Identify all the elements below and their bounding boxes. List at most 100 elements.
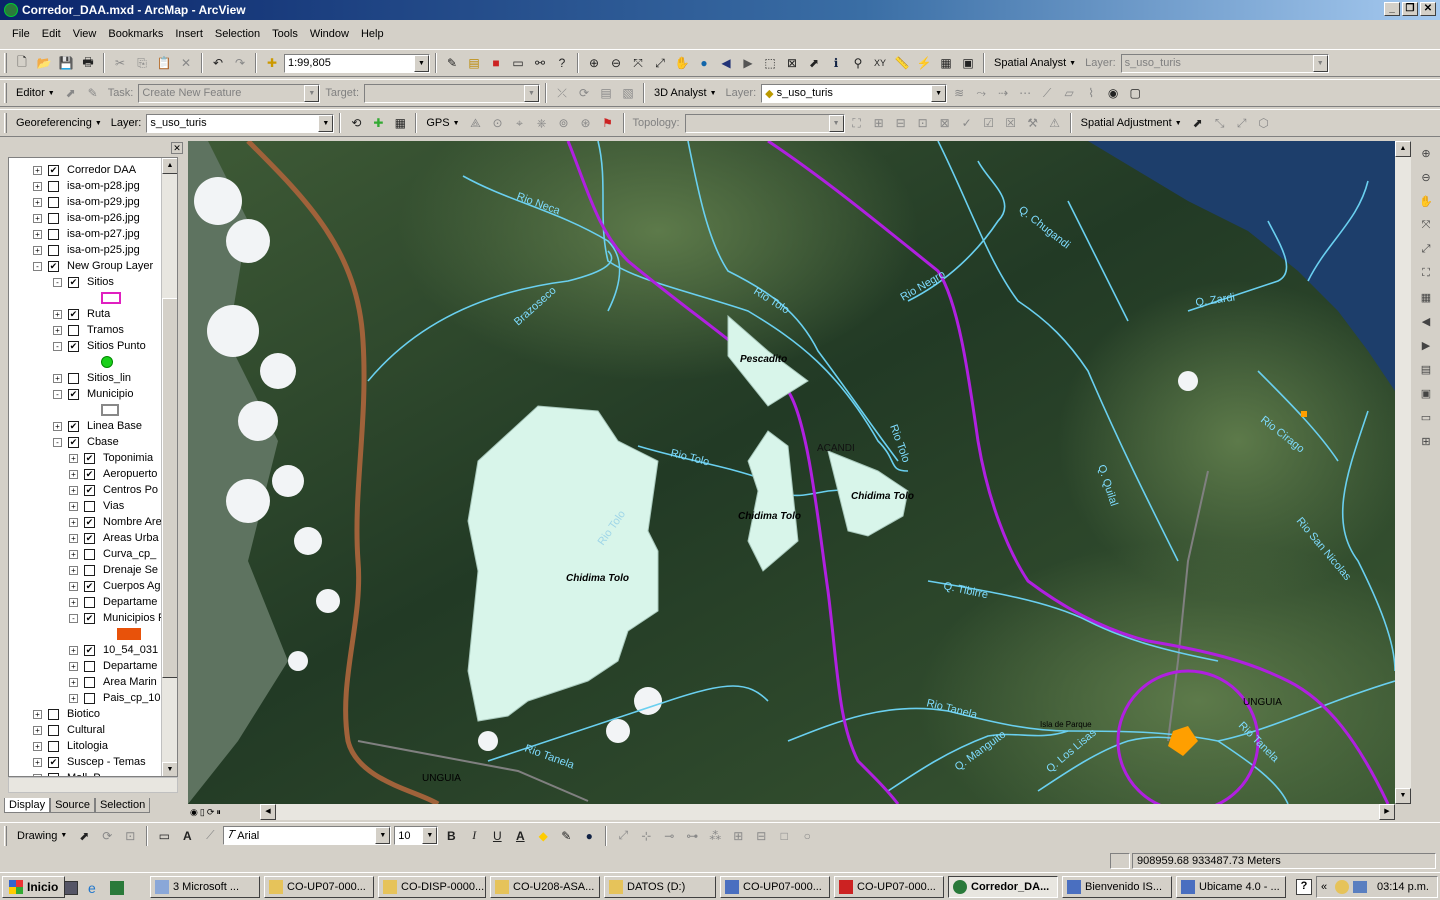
tray-network-icon[interactable] [1353,881,1367,893]
close-icon[interactable]: ✕ [171,142,183,154]
toc-layer-row[interactable]: + ✔ 10_54_031 [69,642,158,658]
map-vertical-scrollbar[interactable]: ▲ ▼ [1395,141,1411,804]
legend-swatch-outline[interactable] [101,404,119,416]
georef-layer-combo[interactable]: s_uso_turis ▼ [146,113,335,133]
gps-log-icon[interactable]: ⎈ [532,113,552,133]
menu-tools[interactable]: Tools [266,28,304,40]
expand-icon[interactable]: + [53,309,62,319]
fix-topology-icon[interactable]: ⚒ [1023,113,1043,133]
menu-bookmarks[interactable]: Bookmarks [102,28,169,40]
attributes-icon[interactable]: ▤ [596,83,616,103]
collapse-icon[interactable]: - [33,261,42,271]
layout-view-icon[interactable]: ▯ [200,807,205,818]
target-combo[interactable]: ▼ [364,83,541,103]
steepest-path-icon[interactable]: ⤳ [971,83,991,103]
layer-visibility-checkbox[interactable]: ✔ [84,468,95,480]
menu-selection[interactable]: Selection [209,28,266,40]
taskbar-item[interactable]: Ubicame 4.0 - ... [1176,876,1286,898]
toggle-draft-icon[interactable]: ▤ [1417,363,1435,381]
expand-icon[interactable]: + [69,453,78,463]
arcglobe-icon[interactable]: ▢ [1125,83,1145,103]
gps-position-icon[interactable]: ⊙ [488,113,508,133]
toc-layer-row[interactable]: + ✔ Linea Base [53,418,142,434]
start-button[interactable]: Inicio [2,875,66,898]
validate-topology-icon[interactable]: ✓ [957,113,977,133]
taskbar-item[interactable]: 3 Microsoft ... [150,876,260,898]
command-line-icon[interactable]: ▭ [508,53,528,73]
expand-icon[interactable]: + [69,677,78,687]
help-icon[interactable]: ? [1296,879,1312,895]
pause-drawing-icon[interactable]: ⏸ [216,807,221,818]
select-tool-icon[interactable]: ⬈ [1188,113,1208,133]
full-extent-globe-icon[interactable]: ● [694,53,714,73]
edit-vertices-icon[interactable]: ⊹ [636,826,656,846]
gps-zoom-icon[interactable]: ⊛ [576,113,596,133]
split-tool-icon[interactable]: ⤫ [552,83,572,103]
toc-layer-row[interactable]: + Litologia [33,738,108,754]
validate-extent-icon[interactable]: ☒ [1001,113,1021,133]
drawing-menu[interactable]: Drawing [13,830,71,842]
toolbar-grip[interactable] [4,113,7,133]
3d-layer-combo[interactable]: ◆ s_uso_turis ▼ [761,83,948,103]
layer-visibility-checkbox[interactable]: ✔ [84,484,95,496]
open-folder-icon[interactable]: 📂 [34,53,54,73]
contour-icon[interactable]: ≋ [949,83,969,103]
distribute-icon[interactable]: ⊸ [659,826,679,846]
map-canvas[interactable]: Rio Neca Brazoseco Rio Tolo Rio Tolo Rio… [188,141,1395,804]
gps-tool-icon[interactable]: ⟁ [466,113,486,133]
minimize-button[interactable]: _ [1384,2,1400,16]
chevron-down-icon[interactable]: ▼ [375,827,391,844]
menu-file[interactable]: File [6,28,36,40]
modify-link-icon[interactable]: ⤢ [1232,113,1252,133]
find-binoculars-icon[interactable]: ⚲ [848,53,868,73]
chevron-down-icon[interactable]: ▼ [524,84,540,102]
rectangle-shape-icon[interactable]: □ [774,826,794,846]
layer-visibility-checkbox[interactable] [84,548,95,560]
forward-arrow-icon[interactable]: ▶ [738,53,758,73]
cut-icon[interactable]: ✂ [110,53,130,73]
layer-visibility-checkbox[interactable] [48,196,59,208]
html-popup-icon[interactable]: ▦ [936,53,956,73]
toc-layer-row[interactable]: + Area Marin [69,674,157,690]
task-combo[interactable]: Create New Feature ▼ [138,83,321,103]
expand-icon[interactable]: + [69,581,78,591]
font-size-combo[interactable]: 10 ▼ [394,826,439,845]
collapse-icon[interactable]: - [69,613,78,623]
save-icon[interactable]: 💾 [56,53,76,73]
multi-displacement-icon[interactable]: ⬡ [1254,113,1274,133]
forward-extent-icon[interactable]: ▶ [1417,339,1435,357]
layer-visibility-checkbox[interactable] [84,692,95,704]
toc-layer-row[interactable]: + Departame [69,594,157,610]
go-to-xy-icon[interactable]: XY [870,53,890,73]
add-control-points-icon[interactable]: ✚ [368,113,388,133]
expand-icon[interactable]: + [33,245,42,255]
gps-menu[interactable]: GPS [422,117,463,129]
toc-layer-row[interactable]: - ✔ Municipios F [69,610,165,626]
scroll-right-icon[interactable]: ▶ [1379,804,1395,820]
layer-visibility-checkbox[interactable]: ✔ [84,612,95,624]
new-displacement-link-icon[interactable]: ⤡ [1210,113,1230,133]
layer-visibility-checkbox[interactable]: ✔ [48,756,59,768]
expand-icon[interactable]: + [53,421,62,431]
nudge-icon[interactable]: ⊞ [728,826,748,846]
layer-visibility-checkbox[interactable] [48,740,59,752]
new-text-icon[interactable]: A [177,826,197,846]
modelbuilder-icon[interactable]: ⚯ [530,53,550,73]
map-horizontal-scrollbar[interactable]: ◀ ▶ [260,804,1395,820]
restore-button[interactable]: ❐ [1402,2,1418,16]
menu-view[interactable]: View [67,28,103,40]
layer-visibility-checkbox[interactable]: ✔ [84,452,95,464]
fill-color-icon[interactable]: ◆ [533,826,553,846]
expand-icon[interactable]: + [33,165,42,175]
toc-layer-row[interactable]: + ✔ Toponimia [69,450,153,466]
toc-layer-row[interactable]: + Departame [69,658,157,674]
layer-visibility-checkbox[interactable] [48,180,59,192]
chevron-down-icon[interactable]: ▼ [318,114,334,132]
expand-icon[interactable]: + [69,597,78,607]
toc-layer-row[interactable]: + ✔ Ruta [53,306,110,322]
select-elements-icon[interactable]: ⬈ [74,826,94,846]
toc-layer-row[interactable]: - ✔ New Group Layer [33,258,153,274]
layer-visibility-checkbox[interactable]: ✔ [48,260,59,272]
new-document-icon[interactable]: 🗋 [12,53,32,73]
circle-shape-icon[interactable]: ○ [797,826,817,846]
